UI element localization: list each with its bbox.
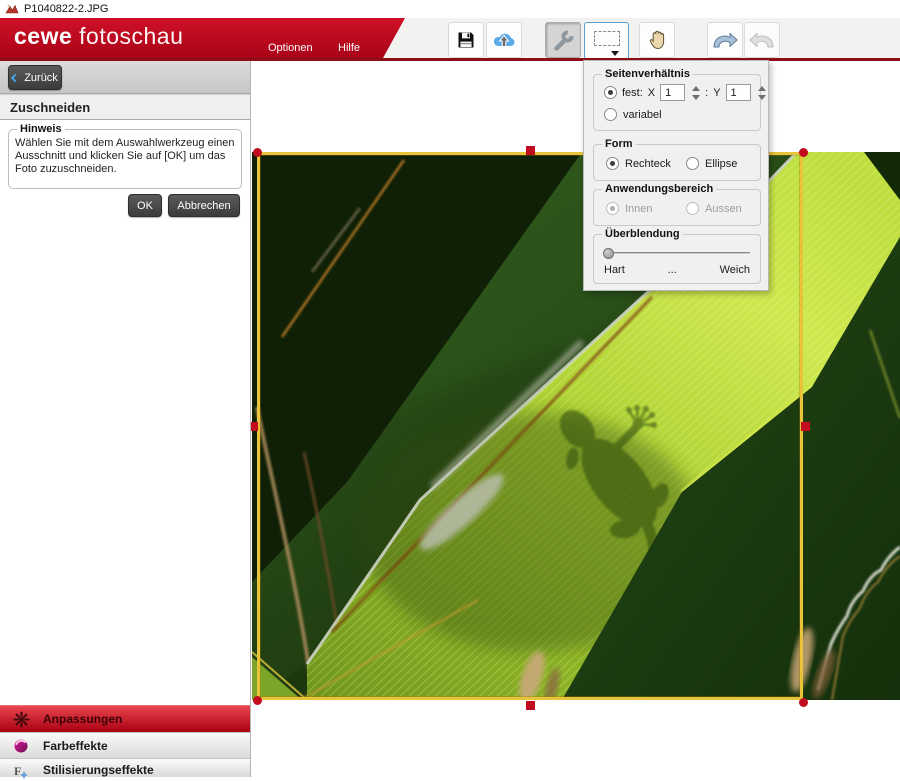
chevron-left-icon [11, 73, 19, 81]
hand-icon [647, 29, 667, 51]
stylize-star-icon: F [12, 763, 30, 781]
editor-canvas[interactable] [251, 61, 900, 777]
app-window: { "window": { "title": "P1040822-2.JPG" … [0, 0, 900, 777]
menu-optionen[interactable]: Optionen [268, 42, 313, 54]
crop-handle-top-middle[interactable] [526, 146, 535, 155]
ok-button[interactable]: OK [128, 194, 162, 217]
dropdown-caret-icon [611, 51, 619, 56]
scope-outer-label: Aussen [705, 203, 742, 215]
hand-tool-button[interactable] [639, 22, 675, 58]
aspect-fixed-radio[interactable] [604, 86, 617, 99]
aspect-y-spinner[interactable] [758, 86, 766, 100]
brand-bold: cewe [14, 23, 72, 49]
selection-tool-popup: Seitenverhältnis fest: X 1 : Y 1 variabe… [583, 60, 769, 291]
sparkle-icon [12, 710, 30, 728]
hint-box: Hinweis Wählen Sie mit dem Auswahlwerkze… [8, 129, 242, 189]
category-stilisierungseffekte[interactable]: F Stilisierungseffekte [0, 758, 250, 777]
wrench-icon [551, 28, 575, 52]
undo-button[interactable] [744, 22, 780, 58]
scope-inner-label: Innen [625, 203, 653, 215]
crop-handle-bottom-right[interactable] [799, 698, 808, 707]
cloud-upload-icon [492, 30, 516, 50]
aspect-x-input[interactable]: 1 [660, 84, 685, 101]
crop-handle-middle-right[interactable] [801, 422, 810, 431]
category-anpassungen[interactable]: Anpassungen [0, 705, 250, 732]
hint-legend: Hinweis [17, 123, 65, 135]
app-icon [5, 3, 19, 15]
window-titlebar: P1040822-2.JPG [0, 0, 900, 18]
blend-slider-track[interactable] [604, 252, 750, 255]
scope-inner-radio [606, 202, 619, 215]
category-label: Stilisierungseffekte [43, 763, 154, 777]
undo-arrow-icon [748, 31, 776, 49]
selection-tool-button[interactable] [584, 22, 629, 60]
blend-slider-handle[interactable] [603, 248, 614, 259]
wrench-tool-button[interactable] [545, 22, 581, 58]
scope-outer-radio [686, 202, 699, 215]
scope-legend: Anwendungsbereich [602, 183, 716, 195]
menu-hilfe[interactable]: Hilfe [338, 42, 360, 54]
hint-text: Wählen Sie mit dem Auswahlwerkzeug einen… [9, 130, 241, 176]
blend-hard-label: Hart [604, 264, 625, 276]
crop-handle-top-right[interactable] [799, 148, 808, 157]
aspect-variable-radio[interactable] [604, 108, 617, 121]
spin-down-icon[interactable] [758, 95, 766, 100]
brand-logo: cewe fotoschau [14, 23, 183, 50]
aspect-fixed-label: fest: [622, 87, 643, 99]
save-button[interactable] [448, 22, 484, 58]
scope-group: Anwendungsbereich Innen Aussen [593, 189, 761, 226]
aspect-x-spinner[interactable] [692, 86, 700, 100]
category-label: Anpassungen [43, 712, 122, 726]
cancel-button[interactable]: Abbrechen [168, 194, 240, 217]
upload-button[interactable] [486, 22, 522, 58]
shape-ellipse-radio[interactable] [686, 157, 699, 170]
blend-group: Überblendung Hart ... Weich [593, 234, 761, 284]
svg-text:F: F [14, 764, 21, 778]
category-farbeffekte[interactable]: Farbeffekte [0, 732, 250, 758]
crop-handle-top-left[interactable] [253, 148, 262, 157]
category-label: Farbeffekte [43, 739, 108, 753]
aspect-x-label: X [648, 87, 655, 99]
shape-rectangle-label: Rechteck [625, 158, 671, 170]
crop-handle-bottom-left[interactable] [253, 696, 262, 705]
spin-down-icon[interactable] [692, 95, 700, 100]
app-header: cewe fotoschau Optionen Hilfe [0, 18, 900, 58]
back-button-label: Zurück [24, 72, 58, 84]
blend-soft-label: Weich [720, 264, 750, 276]
shape-ellipse-label: Ellipse [705, 158, 737, 170]
color-swirl-icon [12, 737, 30, 755]
aspect-y-label: Y [713, 87, 720, 99]
shape-legend: Form [602, 138, 636, 150]
aspect-variable-label: variabel [623, 109, 662, 121]
crop-handle-bottom-middle[interactable] [526, 701, 535, 710]
selection-rectangle-icon [594, 31, 620, 46]
spin-up-icon[interactable] [758, 86, 766, 91]
left-panel: Zurück Zuschneiden Hinweis Wählen Sie mi… [0, 61, 251, 777]
panel-top-strip: Zurück [0, 61, 250, 94]
redo-button[interactable] [707, 22, 743, 58]
blend-legend: Überblendung [602, 228, 683, 240]
aspect-y-input[interactable]: 1 [726, 84, 751, 101]
window-title: P1040822-2.JPG [24, 3, 108, 15]
back-button[interactable]: Zurück [8, 65, 62, 90]
shape-group: Form Rechteck Ellipse [593, 144, 761, 181]
aspect-ratio-legend: Seitenverhältnis [602, 68, 693, 80]
redo-arrow-icon [711, 31, 739, 49]
spin-up-icon[interactable] [692, 86, 700, 91]
floppy-disk-icon [456, 30, 476, 50]
aspect-colon: : [705, 87, 708, 99]
blend-slider[interactable] [604, 248, 750, 259]
effects-accordion: Anpassungen Farbeffekte F Stilisierun [0, 705, 250, 777]
brand-rest: fotoschau [79, 23, 183, 49]
panel-title: Zuschneiden [0, 94, 250, 120]
shape-rectangle-radio[interactable] [606, 157, 619, 170]
aspect-ratio-group: Seitenverhältnis fest: X 1 : Y 1 variabe… [593, 74, 761, 131]
blend-dots-label: ... [668, 264, 677, 276]
